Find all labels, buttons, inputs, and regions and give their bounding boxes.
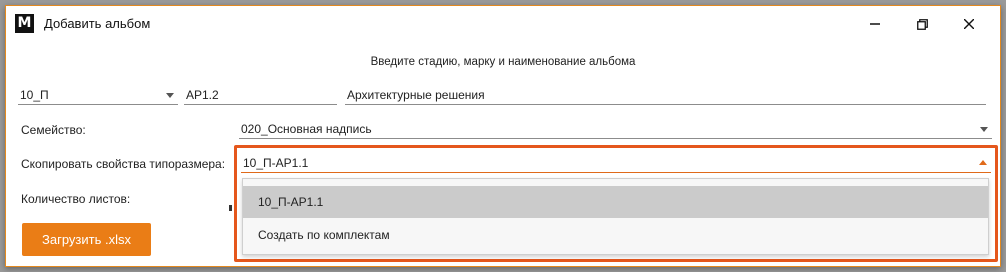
minimize-icon (870, 23, 880, 25)
chevron-down-icon (166, 93, 174, 98)
option-label: 10_П-АР1.1 (258, 195, 324, 209)
restore-button[interactable] (899, 6, 945, 42)
minimize-button[interactable] (852, 6, 898, 42)
restore-icon (916, 18, 928, 30)
load-xlsx-label: Загрузить .xlsx (42, 232, 131, 247)
stage-value: 10_П (20, 88, 49, 102)
chevron-up-icon (979, 160, 987, 165)
window-title: Добавить альбом (44, 16, 151, 31)
chevron-down-icon (980, 127, 988, 132)
family-value: 020_Основная надпись (241, 122, 372, 136)
app-logo-icon: M (15, 14, 34, 33)
family-label: Семейство: (21, 123, 86, 137)
album-name-input[interactable]: Архитектурные решения (345, 85, 986, 105)
copy-props-select[interactable]: 10_П-АР1.1 (241, 153, 991, 173)
add-album-dialog: M Добавить альбом Введите стадию, марку … (5, 5, 1001, 267)
option-label: Создать по комплектам (258, 228, 390, 242)
close-icon (964, 19, 974, 29)
family-select[interactable]: 020_Основная надпись (239, 119, 992, 139)
dropdown-option[interactable]: Создать по комплектам (243, 219, 988, 251)
close-button[interactable] (946, 6, 992, 42)
dropdown-option[interactable]: 10_П-АР1.1 (243, 186, 988, 218)
copy-props-label: Скопировать свойства типоразмера: (21, 157, 226, 171)
mark-value: АР1.2 (186, 88, 219, 102)
stage-select[interactable]: 10_П (18, 85, 178, 105)
sheets-count-label: Количество листов: (21, 192, 131, 206)
load-xlsx-button[interactable]: Загрузить .xlsx (22, 223, 151, 256)
title-bar: M Добавить альбом (6, 6, 1000, 42)
copy-props-dropdown: 10_П-АР1.1 Создать по комплектам (242, 178, 989, 255)
mark-input[interactable]: АР1.2 (184, 85, 337, 105)
instruction-text: Введите стадию, марку и наименование аль… (370, 56, 636, 68)
album-name-value: Архитектурные решения (347, 88, 485, 102)
sheets-count-input-edge (229, 205, 232, 211)
copy-props-value: 10_П-АР1.1 (243, 156, 309, 170)
